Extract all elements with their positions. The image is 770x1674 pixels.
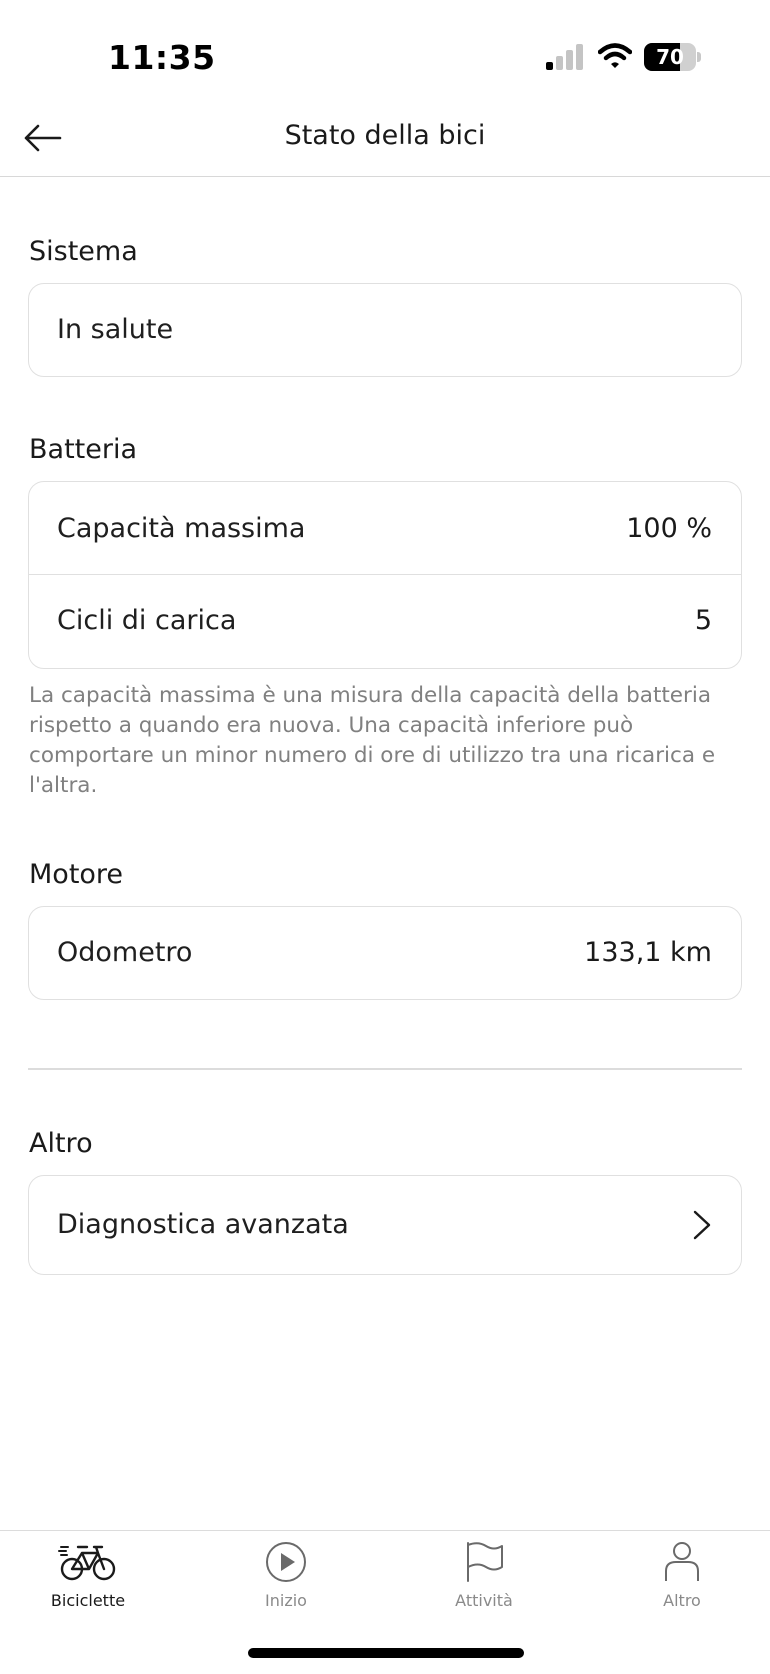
section-divider bbox=[28, 1068, 742, 1070]
charge-cycles-label: Cicli di carica bbox=[57, 605, 237, 636]
status-bar: 11:35 70 bbox=[0, 0, 770, 110]
motor-card: Odometro 133,1 km bbox=[28, 906, 742, 1000]
page-title: Stato della bici bbox=[284, 120, 486, 151]
odometer-label: Odometro bbox=[57, 937, 193, 968]
flag-icon bbox=[467, 1542, 503, 1582]
nav-header: Stato della bici bbox=[0, 110, 770, 177]
advanced-diagnostics-card[interactable]: Diagnostica avanzata bbox=[28, 1175, 742, 1275]
battery-capacity-row: Capacità massima 100 % bbox=[29, 482, 741, 574]
tab-label: Inizio bbox=[265, 1591, 307, 1610]
section-title-batteria: Batteria bbox=[29, 434, 137, 465]
bicycle-icon bbox=[58, 1545, 116, 1581]
tab-label: Altro bbox=[663, 1591, 701, 1610]
battery-capacity-note: La capacità massima è una misura della c… bbox=[29, 683, 716, 798]
person-icon bbox=[665, 1542, 699, 1581]
cellular-signal-icon bbox=[546, 44, 583, 70]
tab-label: Biciclette bbox=[50, 1591, 126, 1610]
tab-attivita[interactable]: Attività bbox=[404, 1541, 564, 1641]
section-title-sistema: Sistema bbox=[29, 236, 138, 267]
advanced-diagnostics-label: Diagnostica avanzata bbox=[57, 1209, 349, 1240]
home-indicator bbox=[248, 1648, 524, 1658]
charge-cycles-value: 5 bbox=[694, 605, 712, 636]
battery-icon: 70 bbox=[644, 43, 701, 71]
battery-capacity-label: Capacità massima bbox=[57, 512, 306, 544]
system-status-card: In salute bbox=[28, 283, 742, 377]
tab-inizio[interactable]: Inizio bbox=[206, 1541, 366, 1641]
tab-label: Attività bbox=[455, 1591, 513, 1610]
advanced-diagnostics-button[interactable]: Diagnostica avanzata bbox=[29, 1176, 741, 1273]
section-title-motore: Motore bbox=[29, 859, 124, 890]
section-title-altro: Altro bbox=[29, 1128, 93, 1159]
play-circle-icon bbox=[266, 1542, 306, 1582]
status-time: 11:35 bbox=[108, 38, 216, 77]
charge-cycles-row: Cicli di carica 5 bbox=[29, 574, 741, 666]
odometer-row: Odometro 133,1 km bbox=[29, 907, 741, 998]
battery-card: Capacità massima 100 % Cicli di carica 5 bbox=[28, 481, 742, 669]
odometer-value: 133,1 km bbox=[584, 937, 712, 968]
wifi-icon bbox=[598, 43, 632, 68]
chevron-right-icon bbox=[693, 1210, 711, 1239]
tab-altro[interactable]: Altro bbox=[602, 1541, 762, 1641]
system-status-value: In salute bbox=[57, 314, 174, 345]
tab-biciclette[interactable]: Biciclette bbox=[8, 1541, 168, 1641]
battery-capacity-value: 100 % bbox=[626, 512, 712, 544]
battery-level: 70 bbox=[656, 45, 684, 69]
